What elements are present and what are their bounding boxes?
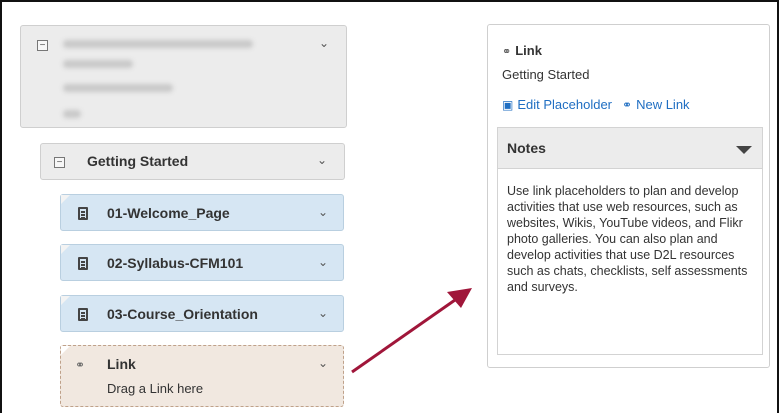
blurred-course-code — [63, 60, 133, 68]
edit-placeholder-label: Edit Placeholder — [517, 97, 613, 112]
chevron-down-icon[interactable]: ⌄ — [316, 307, 330, 319]
link-icon: ⚭ — [502, 46, 512, 58]
chevron-down-icon[interactable]: ⌄ — [316, 357, 330, 369]
link-placeholder-subtitle: Drag a Link here — [107, 381, 204, 396]
document-icon — [78, 257, 88, 270]
topic-item[interactable]: 01-Welcome_Page ⌄ — [60, 194, 344, 231]
edit-placeholder-button[interactable]: ▣ Edit Placeholder — [502, 97, 612, 112]
document-icon — [78, 207, 88, 220]
drag-corner — [61, 195, 70, 204]
notes-title: Notes — [507, 140, 546, 156]
topic-title: 02-Syllabus-CFM101 — [107, 255, 244, 271]
chevron-down-icon[interactable]: ⌄ — [316, 256, 330, 268]
collapse-icon[interactable]: − — [37, 40, 48, 51]
chevron-down-icon[interactable]: ⌄ — [317, 37, 331, 49]
link-details-panel: ⚭ Link Getting Started ▣ Edit Placeholder… — [487, 24, 770, 368]
drag-corner — [61, 296, 70, 305]
topic-item[interactable]: 03-Course_Orientation ⌄ — [60, 295, 344, 332]
caret-down-icon[interactable] — [736, 146, 752, 154]
panel-title: ⚭ Link — [502, 43, 542, 58]
chevron-down-icon[interactable]: ⌄ — [316, 206, 330, 218]
notes-header[interactable]: Notes — [498, 128, 762, 169]
new-link-label: New Link — [636, 97, 690, 112]
panel-subtitle: Getting Started — [502, 67, 590, 82]
drag-corner — [61, 346, 70, 355]
topic-title: 01-Welcome_Page — [107, 205, 230, 221]
link-icon: ⚭ — [622, 97, 633, 112]
link-icon: ⚭ — [75, 358, 86, 372]
topic-item[interactable]: 02-Syllabus-CFM101 ⌄ — [60, 244, 344, 281]
document-icon — [78, 308, 88, 321]
blurred-course-name — [63, 40, 253, 48]
notes-section: Notes Use link placeholders to plan and … — [497, 127, 763, 355]
drag-corner — [61, 245, 70, 254]
course-card[interactable]: − ⌄ — [20, 25, 347, 128]
topic-title: 03-Course_Orientation — [107, 306, 258, 322]
new-link-button[interactable]: ⚭ New Link — [622, 97, 690, 112]
blurred-course-dates — [63, 84, 173, 92]
panel-title-text: Link — [515, 43, 542, 58]
module-title: Getting Started — [87, 153, 189, 169]
blurred-course-extra — [63, 110, 81, 118]
link-placeholder-title: Link — [107, 356, 136, 372]
module-getting-started[interactable]: − Getting Started ⌄ — [40, 143, 345, 180]
panel-actions: ▣ Edit Placeholder ⚭ New Link — [502, 97, 690, 112]
notes-body: Use link placeholders to plan and develo… — [507, 184, 748, 294]
edit-placeholder-icon: ▣ — [502, 97, 514, 112]
chevron-down-icon[interactable]: ⌄ — [315, 154, 329, 166]
collapse-icon[interactable]: − — [54, 157, 65, 168]
link-placeholder[interactable]: ⚭ Link Drag a Link here ⌄ — [60, 345, 344, 407]
